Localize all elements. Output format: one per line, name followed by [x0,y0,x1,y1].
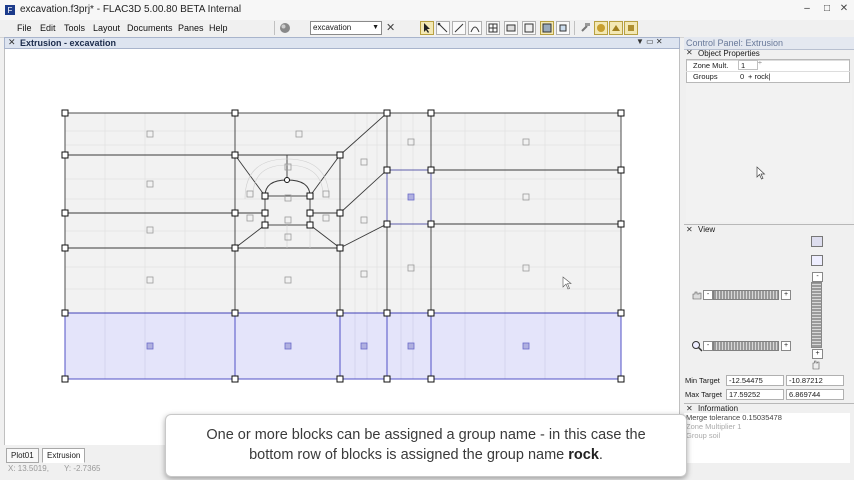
pane-controls[interactable]: ▼ ▭ ✕ [636,37,663,46]
hammer-icon[interactable] [579,21,593,35]
control-panel-title: Control Panel: Extrusion [686,38,784,48]
window-title: excavation.f3prj* - FLAC3D 5.00.80 BETA … [20,4,242,15]
toolbar-separator [574,21,575,35]
object-properties-header: Object Properties [698,49,760,58]
line-tool-icon[interactable] [452,21,466,35]
grid-tool-icon[interactable] [486,21,500,35]
toolbar-separator [274,21,275,35]
min-target-label: Min Target [685,376,720,385]
menu-help[interactable]: Help [209,23,228,33]
status-y: Y: -2.7365 [64,464,101,473]
rotate-minus-button[interactable]: - [703,290,713,300]
groups-input[interactable]: + rock| [748,72,771,81]
app-icon: F [5,5,15,15]
info-line: Merge tolerance 0.15035478 [686,413,782,422]
maximize-button[interactable]: □ [818,1,836,17]
pane-title: Extrusion - excavation [20,38,117,48]
menu-layout[interactable]: Layout [93,23,120,33]
info-line: Group soil [686,431,721,440]
status-x: X: 13.5019, [8,464,49,473]
model-select[interactable]: excavation ▼ [310,21,382,35]
min-target-row: Min Target -12.54475 -10.87212 [684,375,850,387]
zoom-slider[interactable] [713,341,779,351]
view-face-icon[interactable] [540,21,554,35]
caption-period: . [598,447,603,463]
tutorial-caption: One or more blocks can be assigned a gro… [165,414,687,477]
rotate-plus-button[interactable]: + [781,290,791,300]
tool-a-icon[interactable] [594,21,608,35]
zoom-magnifier-icon [692,341,703,352]
view-zone-icon[interactable] [556,21,570,35]
rotate-hand-icon [692,291,702,300]
max-target-label: Max Target [685,390,722,399]
zoom-plus-button[interactable]: + [781,341,791,351]
model-select-value: excavation [313,23,352,32]
groups-count: 0 [740,72,745,81]
close-model-icon[interactable]: ✕ [386,21,395,34]
tab-plot01[interactable]: Plot01 [6,448,39,463]
caption-group-name: rock [568,447,599,463]
close-button[interactable]: ✕ [836,1,852,17]
max-target-row: Max Target 17.59252 6.869744 [684,389,850,401]
block-diagram[interactable] [5,49,681,445]
vertical-slider[interactable] [811,282,822,348]
zoom-up-button[interactable]: - [812,272,823,282]
curve-tool-icon[interactable] [468,21,482,35]
zone-tool-icon[interactable] [522,21,536,35]
menu-file[interactable]: File [17,23,32,33]
zone-mult-label: Zone Mult. [693,61,729,70]
pane-close-icon[interactable]: ✕ [8,37,16,48]
max-target-y[interactable]: 6.869744 [786,389,844,400]
block-tool-icon[interactable] [504,21,518,35]
minimize-button[interactable]: – [796,1,818,17]
menu-panes[interactable]: Panes [178,23,204,33]
hand-icon[interactable] [810,358,822,370]
view-projection-icon[interactable] [811,255,823,266]
sphere-icon[interactable] [279,22,291,34]
menu-edit[interactable]: Edit [40,23,56,33]
groups-label: Groups [693,72,718,81]
caption-line-2-text: bottom row of blocks is assigned the gro… [249,447,569,463]
tab-extrusion[interactable]: Extrusion [42,448,86,463]
svg-text:F: F [8,6,13,15]
zone-mult-input[interactable]: 1 [738,60,758,70]
chevron-down-icon: ▼ [372,24,379,31]
zoom-minus-button[interactable]: - [703,341,713,351]
collapse-icon[interactable]: ✕ [686,48,693,57]
menu-documents[interactable]: Documents [127,23,173,33]
model-canvas[interactable] [4,49,680,445]
caption-line-2: bottom row of blocks is assigned the gro… [166,445,686,465]
view-collapse-icon[interactable]: ✕ [686,225,693,234]
info-collapse-icon[interactable]: ✕ [686,404,693,413]
zone-mult-stepper[interactable]: ÷ [758,60,762,67]
tool-c-icon[interactable] [624,21,638,35]
information-header: Information [698,404,739,413]
tool-b-icon[interactable] [609,21,623,35]
mouse-cursor-icon [756,166,766,180]
min-target-x[interactable]: -12.54475 [726,375,784,386]
edge-tool-icon[interactable] [436,21,450,35]
info-line: Zone Multiplier 1 [686,422,742,431]
select-arrow-icon[interactable] [420,21,434,35]
menu-tools[interactable]: Tools [64,23,85,33]
view-header: View [698,225,716,234]
max-target-x[interactable]: 17.59252 [726,389,784,400]
rotate-slider[interactable] [713,290,779,300]
min-target-y[interactable]: -10.87212 [786,375,844,386]
caption-line-1: One or more blocks can be assigned a gro… [206,427,646,443]
properties-blank-area [686,83,852,222]
view-reset-icon[interactable] [811,236,823,247]
